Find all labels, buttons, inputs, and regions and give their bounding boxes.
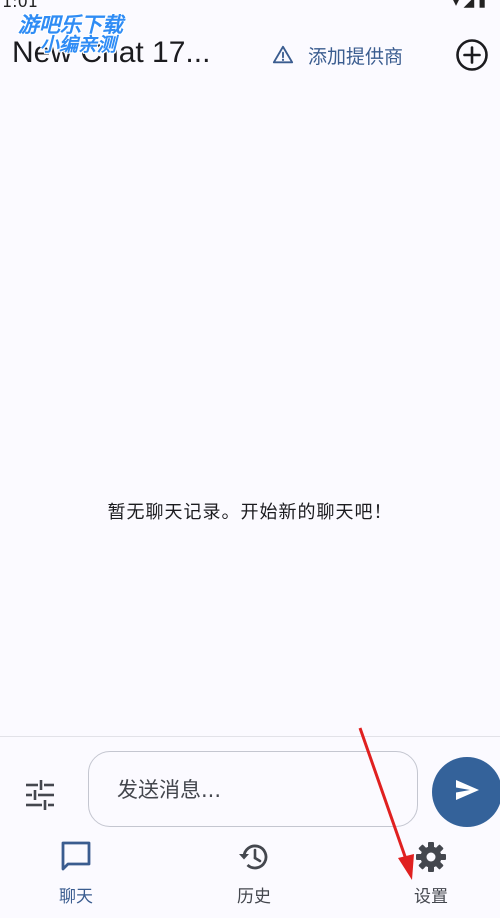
nav-item-history[interactable]: 历史 [194,838,314,918]
empty-chat-message: 暂无聊天记录。开始新的聊天吧！ [107,502,393,523]
chat-options-button[interactable] [22,777,58,813]
composer-area: 发送消息... [0,736,500,836]
warning-triangle-icon [272,44,294,66]
bottom-navigation: 聊天 历史 设置 [0,838,500,918]
new-chat-button[interactable] [455,38,489,72]
tune-sliders-icon [22,780,58,817]
message-input-placeholder: 发送消息... [117,778,222,802]
add-provider-button[interactable]: 添加提供商 [272,40,403,70]
send-icon [453,776,481,808]
watermark-line-2: 小编亲测 [40,34,117,57]
status-icons: ▾◢▮ [452,0,490,10]
nav-item-chat[interactable]: 聊天 [16,838,136,918]
message-input[interactable]: 发送消息... [88,751,418,827]
history-icon [237,840,271,878]
status-time: 1:01 [2,0,38,11]
status-bar: 1:01 ▾◢▮ [0,0,500,12]
nav-label-settings: 设置 [414,887,448,907]
chat-bubble-icon [59,840,93,878]
watermark-line-1: 游吧乐下载 [18,13,123,37]
gear-icon [414,840,448,878]
nav-item-settings[interactable]: 设置 [371,838,491,918]
send-button[interactable] [432,757,500,827]
add-circle-icon [455,39,489,76]
watermark: 游吧乐下载 小编亲测 [16,14,156,56]
nav-label-chat: 聊天 [59,887,93,907]
nav-label-history: 历史 [237,887,271,907]
add-provider-label: 添加提供商 [308,45,404,68]
